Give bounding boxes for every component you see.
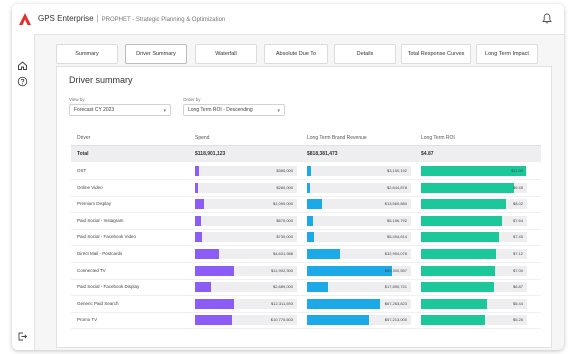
- driver-name: Paid Social - Facebook Display: [77, 284, 140, 290]
- total-row: Total $118,901,123 $818,381,473 $4.87: [71, 146, 541, 162]
- table-row[interactable]: Premium Display $1,090,000 $13,560,880 $8.0…: [71, 196, 541, 214]
- roi-value: $9.45: [512, 184, 523, 190]
- table-header: Driver Spend Long Term Brand Revenue Lon…: [71, 132, 541, 146]
- table-row[interactable]: Promo TV $10,770,603 $57,213,000 $5.26: [71, 312, 541, 330]
- table-row[interactable]: Paid Social - Facebook Display $2,689,000…: [71, 279, 541, 297]
- brand-name: GPS Enterprise: [38, 14, 94, 23]
- revenue-value: $17,890,721: [384, 284, 407, 290]
- top-bar: GPS Enterprise | PROPHET - Strategic Plann…: [12, 4, 564, 35]
- order-by-value: Long Term ROI - Descending: [188, 107, 253, 113]
- driver-name: Promo TV: [77, 317, 98, 323]
- spend-value: $730,000: [276, 234, 293, 240]
- tab-waterfall[interactable]: Waterfall: [195, 44, 257, 64]
- driver-name: Paid Social - Instagram: [77, 217, 124, 223]
- left-nav-rail: [12, 34, 35, 350]
- spend-value: $670,000: [276, 217, 293, 223]
- spend-value: $11,902,300: [271, 267, 293, 273]
- spend-value: $2,689,000: [272, 284, 293, 290]
- driver-name: Premium Display: [77, 201, 112, 207]
- spend-value: $4,631,988: [272, 251, 293, 256]
- spend-value: $10,770,603: [270, 317, 293, 323]
- revenue-value: $5,494,614: [386, 234, 407, 240]
- roi-value: $5.26: [512, 317, 523, 323]
- help-icon[interactable]: [17, 76, 28, 87]
- app-window: GPS Enterprise | PROPHET - Strategic Plann…: [12, 4, 564, 350]
- spend-value: $280,000: [276, 184, 293, 190]
- revenue-value: $3,150,192: [386, 168, 407, 173]
- revenue-value: $2,644,878: [386, 184, 407, 190]
- driver-name: Paid Social - Facebook Video: [77, 234, 136, 240]
- chevron-down-icon: ▾: [163, 108, 166, 114]
- home-icon[interactable]: [17, 60, 28, 71]
- title-separator: |: [96, 14, 99, 23]
- order-by-select[interactable]: Long Term ROI - Descending ▾: [183, 104, 285, 116]
- view-by-select[interactable]: Forecast CY 2023 ▾: [69, 104, 171, 116]
- table-row[interactable]: Paid Social - Instagram $670,000 $5,156,79…: [71, 213, 541, 230]
- col-revenue[interactable]: Long Term Brand Revenue: [307, 135, 367, 141]
- spend-value: $1,090,000: [272, 201, 293, 207]
- roi-value: $7.45: [512, 234, 523, 240]
- app-subtitle: PROPHET - Strategic Planning & Optimizat…: [101, 17, 226, 23]
- revenue-value: $67,263,823: [384, 300, 407, 306]
- app-logo-icon[interactable]: [18, 12, 32, 26]
- tab-absolute-due-to[interactable]: Absolute Due To: [264, 44, 328, 64]
- driver-name: Online Video: [77, 184, 103, 190]
- revenue-value: $57,213,000: [384, 317, 407, 323]
- tab-driver-summary[interactable]: Driver Summary: [125, 44, 187, 64]
- view-by-value: Forecast CY 2023: [74, 107, 115, 113]
- page-title: Driver summary: [69, 75, 133, 85]
- chevron-down-icon: ▾: [277, 108, 280, 114]
- view-by-label: View by: [69, 97, 85, 102]
- logout-icon[interactable]: [17, 331, 28, 342]
- tab-long-term-impact[interactable]: Long Term Impact: [476, 44, 538, 64]
- driver-name: OST: [77, 168, 87, 173]
- spend-value: $380,000: [276, 168, 293, 173]
- total-spend: $118,901,123: [195, 151, 226, 157]
- order-by-label: Order by: [183, 97, 201, 102]
- table-row[interactable]: Direct Mail - Postcards $4,631,988 $32,994…: [71, 246, 541, 263]
- total-roi: $4.87: [421, 151, 434, 157]
- revenue-value: $89,300,557: [384, 267, 407, 273]
- table-row[interactable]: Paid Social - Facebook Video $730,000 $5,4…: [71, 229, 541, 247]
- col-roi[interactable]: Long Term ROI: [421, 135, 455, 141]
- revenue-value: $5,156,792: [386, 217, 407, 223]
- revenue-value: $13,560,880: [384, 201, 407, 207]
- tab-total-response-curves[interactable]: Total Response Curves: [401, 44, 471, 64]
- table-row[interactable]: OST $380,000 $3,150,192 $11.00: [71, 163, 541, 180]
- driver-summary-card: Driver summary View by Forecast CY 2023 …: [56, 66, 552, 348]
- roi-value: $8.02: [512, 201, 523, 207]
- table-row[interactable]: Connected TV $11,902,300 $89,300,557 $7.00: [71, 263, 541, 280]
- roi-value: $7.12: [512, 251, 523, 256]
- total-revenue: $818,381,473: [307, 151, 338, 157]
- tab-summary[interactable]: Summary: [56, 44, 118, 64]
- bell-icon[interactable]: [542, 13, 552, 24]
- col-driver[interactable]: Driver: [77, 135, 90, 141]
- roi-value: $5.44: [512, 300, 523, 306]
- revenue-value: $32,994,078: [384, 251, 407, 256]
- roi-value: $11.00: [511, 168, 523, 173]
- tab-details[interactable]: Details: [334, 44, 396, 64]
- table-row[interactable]: Online Video $280,000 $2,644,878 $9.45: [71, 180, 541, 197]
- driver-name: Connected TV: [77, 267, 106, 273]
- spend-value: $12,311,693: [271, 300, 293, 306]
- col-spend[interactable]: Spend: [195, 135, 209, 141]
- total-label: Total: [77, 151, 89, 157]
- app-title: GPS Enterprise | PROPHET - Strategic Plann…: [38, 14, 225, 23]
- driver-name: Direct Mail - Postcards: [77, 251, 123, 256]
- table-row[interactable]: Generic Paid Search $12,311,693 $67,263,82…: [71, 296, 541, 313]
- roi-value: $7.00: [512, 267, 523, 273]
- driver-name: Generic Paid Search: [77, 300, 119, 306]
- roi-value: $7.64: [512, 217, 523, 223]
- roi-value: $6.87: [512, 284, 523, 290]
